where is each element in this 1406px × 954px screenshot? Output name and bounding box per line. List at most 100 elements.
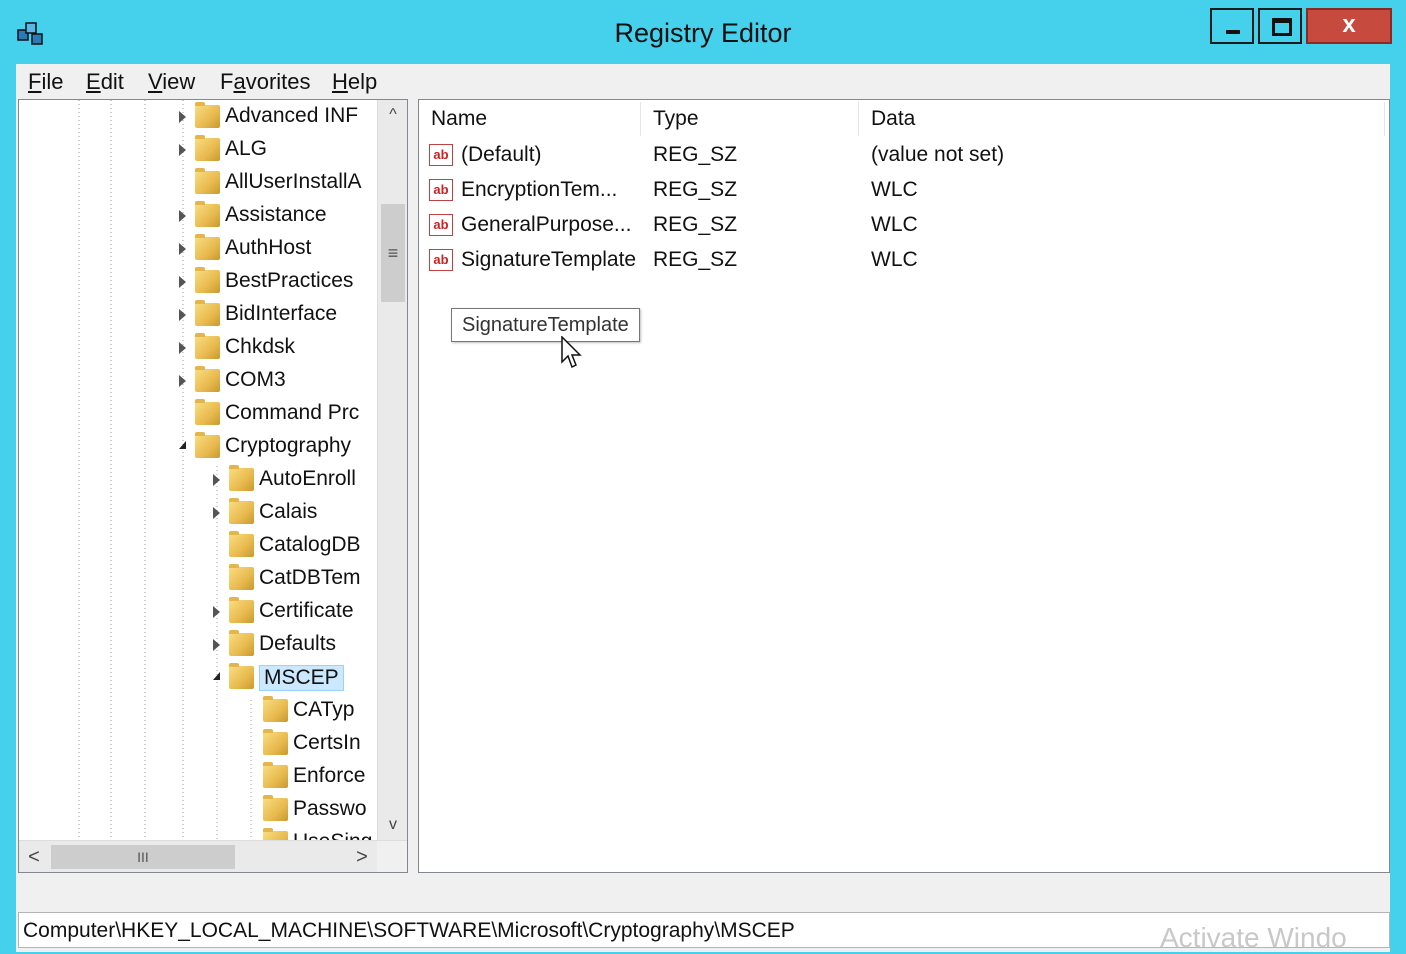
menu-view[interactable]: View [148,69,195,95]
folder-icon [229,663,254,689]
menu-favorites[interactable]: Favorites [220,69,311,95]
folder-icon [195,168,220,194]
expand-arrow-icon[interactable] [179,210,186,222]
folder-icon [195,333,220,359]
name-tooltip: SignatureTemplate [451,308,640,342]
folder-icon [229,630,254,656]
activation-watermark: Activate Windo [1160,922,1347,953]
tree-item[interactable]: Defaults [213,630,377,660]
tree-item-label: Passwo [293,797,367,820]
tree-item[interactable]: CatDBTem [213,564,377,594]
scroll-down-button[interactable]: v [378,810,407,840]
collapse-arrow-icon[interactable] [179,441,186,449]
tree-item[interactable]: AuthHost [179,234,377,264]
expand-arrow-icon[interactable] [213,474,220,486]
registry-editor-window: Registry Editor x File Edit View Favorit… [0,0,1406,953]
tree-item[interactable]: BestPractices [179,267,377,297]
tree-item[interactable]: MSCEP [213,663,377,693]
folder-icon [263,696,288,722]
values-list-pane[interactable]: Name Type Data ab (Default) REG_SZ (value n… [418,99,1390,873]
folder-icon [229,498,254,524]
tree-item[interactable]: AutoEnroll [213,465,377,495]
tree-item[interactable]: Passwo [247,795,377,825]
value-row[interactable]: ab SignatureTemplate REG_SZ WLC [419,243,1379,277]
menu-bar: File Edit View Favorites Help [16,64,1390,98]
tree-item[interactable]: AllUserInstallA [179,168,377,198]
tree-item-label: COM3 [225,368,286,391]
tree-item-label: AuthHost [225,236,312,259]
column-header-data[interactable]: Data [859,102,1385,136]
string-value-icon: ab [429,214,453,236]
expand-arrow-icon[interactable] [179,144,186,156]
tree-item[interactable]: Advanced INF [179,102,377,132]
expand-arrow-icon[interactable] [213,507,220,519]
folder-icon [229,597,254,623]
close-button[interactable]: x [1306,8,1392,44]
expand-arrow-icon[interactable] [213,606,220,618]
expand-arrow-icon[interactable] [179,342,186,354]
tree-item-label: ALG [225,137,268,160]
folder-icon [195,366,220,392]
menu-file[interactable]: File [28,69,63,95]
hscroll-thumb[interactable]: III [51,845,235,869]
key-tree-pane[interactable]: Advanced INF ALG AllUserInstallA Assistance… [18,99,408,873]
value-data: (value not set) [871,143,1005,166]
tree-item-label: AllUserInstallA [225,170,362,193]
scroll-thumb[interactable]: ≡ [381,204,405,302]
column-header-name[interactable]: Name [419,102,641,136]
tree-item[interactable]: CATyp [247,696,377,726]
scroll-right-button[interactable]: > [347,841,377,872]
value-name: EncryptionTem... [461,178,618,201]
mouse-cursor-icon [561,336,582,369]
string-value-icon: ab [429,249,453,271]
value-type: REG_SZ [653,248,738,271]
tree-item-label: Calais [259,500,318,523]
menu-help[interactable]: Help [332,69,377,95]
minimize-button[interactable] [1210,8,1254,44]
tree-item-label: Assistance [225,203,327,226]
tree-item[interactable]: ALG [179,135,377,165]
expand-arrow-icon[interactable] [179,375,186,387]
value-data: WLC [871,213,918,236]
title-bar[interactable]: Registry Editor x [0,0,1406,64]
tree-item[interactable]: Command Prc [179,399,377,429]
tree-item-label: BidInterface [225,302,338,325]
tree-item[interactable]: Cryptography [179,432,377,462]
tree-item[interactable]: Certificate [213,597,377,627]
expand-arrow-icon[interactable] [179,243,186,255]
tree-item-label: BestPractices [225,269,354,292]
tree-item-label: Certificate [259,599,354,622]
tree-item[interactable]: COM3 [179,366,377,396]
value-data: WLC [871,248,918,271]
value-name: GeneralPurpose... [461,213,632,236]
value-row[interactable]: ab EncryptionTem... REG_SZ WLC [419,173,1379,207]
tree-item-label: AutoEnroll [259,467,356,490]
value-row[interactable]: ab (Default) REG_SZ (value not set) [419,138,1379,172]
folder-icon [195,135,220,161]
folder-icon [195,267,220,293]
tree-item-label: CatalogDB [259,533,361,556]
tree-item-label: Cryptography [225,434,352,457]
scroll-up-button[interactable]: ^ [378,100,407,130]
folder-icon [229,465,254,491]
expand-arrow-icon[interactable] [179,276,186,288]
collapse-arrow-icon[interactable] [213,672,220,680]
value-row[interactable]: ab GeneralPurpose... REG_SZ WLC [419,208,1379,242]
tree-item[interactable]: Chkdsk [179,333,377,363]
tree-item[interactable]: Calais [213,498,377,528]
scroll-left-button[interactable]: < [19,841,49,872]
tree-item[interactable]: CertsIn [247,729,377,759]
tree-item[interactable]: Enforce [247,762,377,792]
tree-vertical-scrollbar[interactable]: ^ ≡ v [377,100,407,840]
maximize-button[interactable] [1258,8,1302,44]
menu-edit[interactable]: Edit [86,69,124,95]
expand-arrow-icon[interactable] [179,111,186,123]
tree-horizontal-scrollbar[interactable]: < III > [19,840,407,872]
tree-item[interactable]: Assistance [179,201,377,231]
tree-item[interactable]: BidInterface [179,300,377,330]
column-header-type[interactable]: Type [641,102,859,136]
folder-icon [263,729,288,755]
expand-arrow-icon[interactable] [213,639,220,651]
tree-item[interactable]: CatalogDB [213,531,377,561]
expand-arrow-icon[interactable] [179,309,186,321]
